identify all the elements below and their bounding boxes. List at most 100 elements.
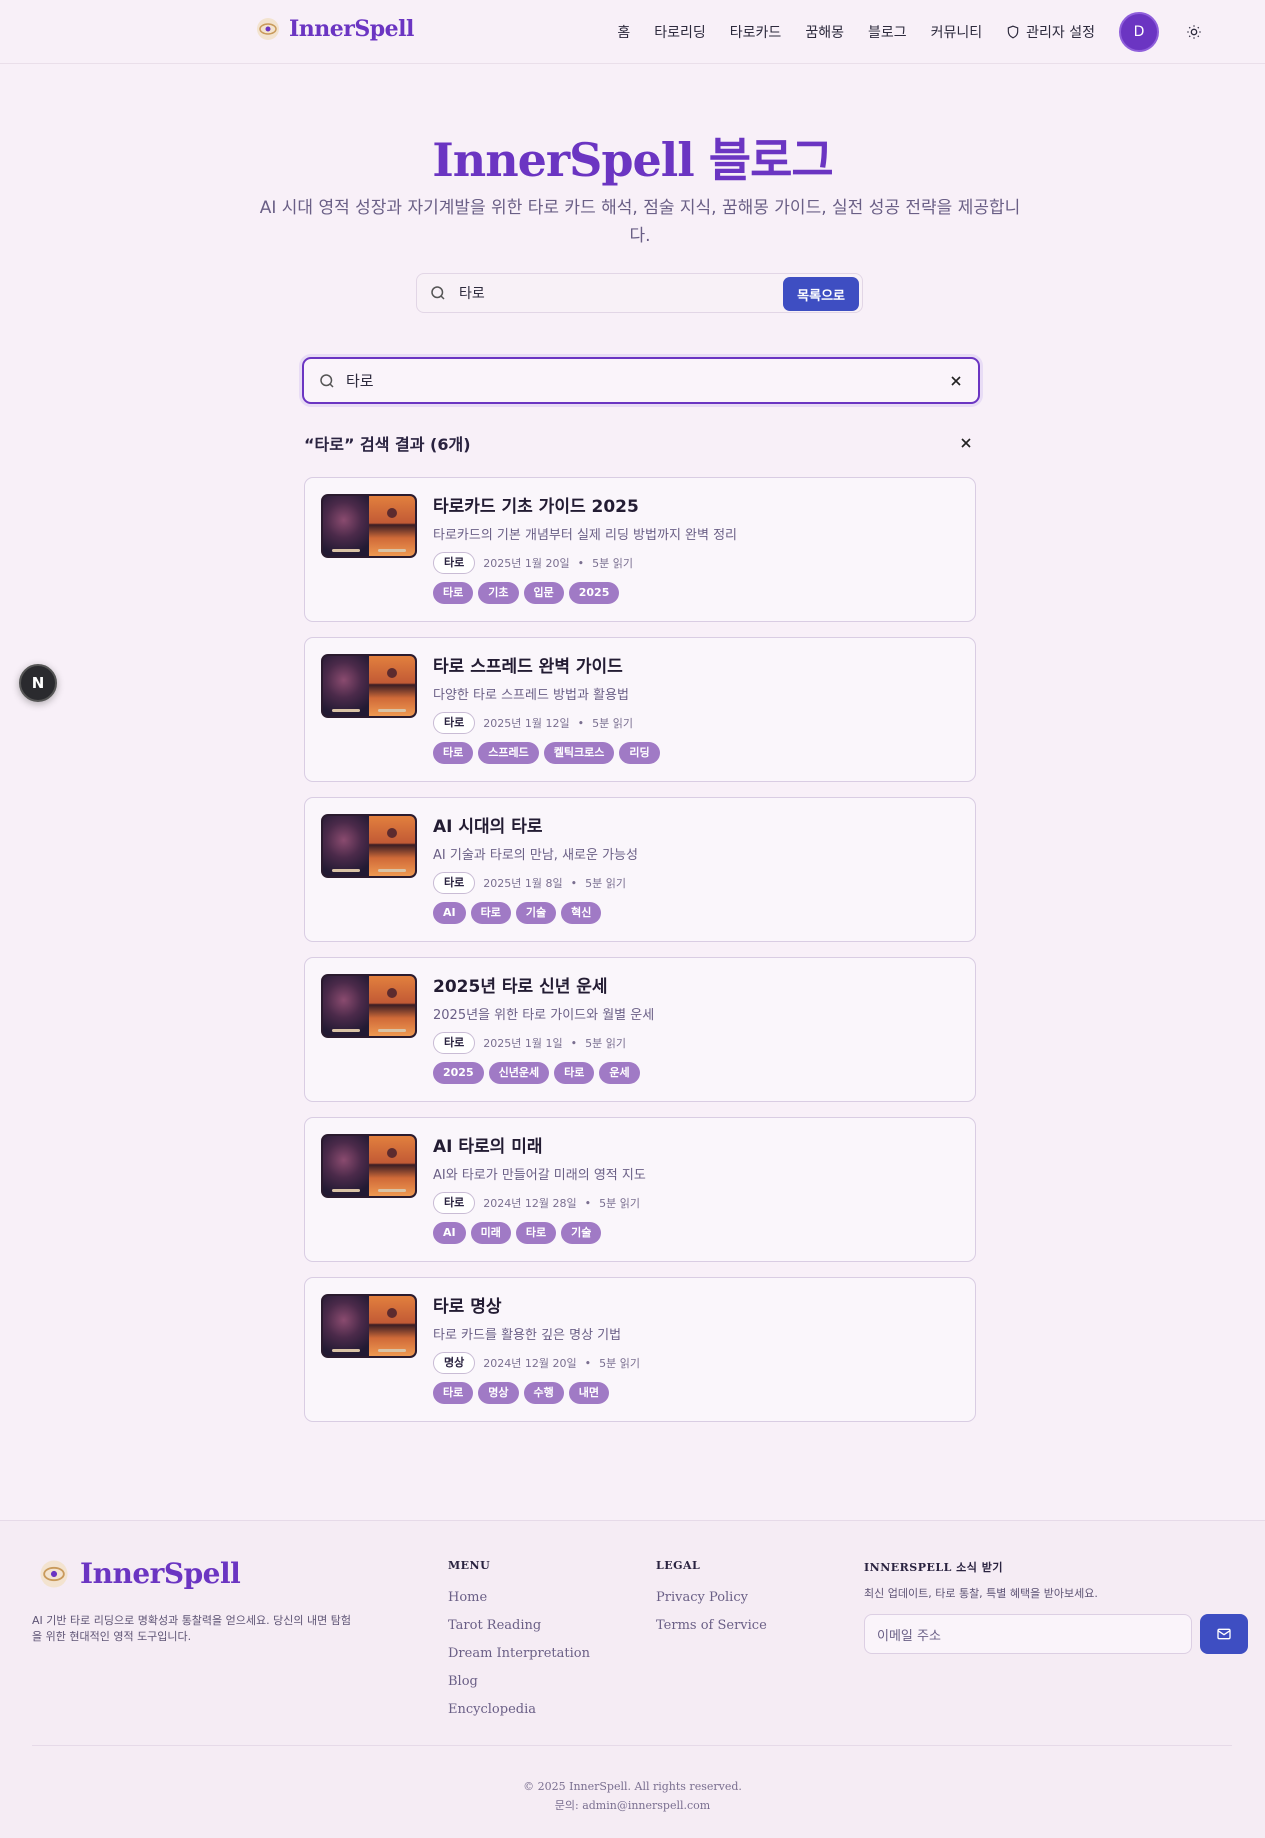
page-subtitle: AI 시대 영적 성장과 자기계발을 위한 타로 카드 해석, 점술 지식, 꿈… <box>259 198 1021 246</box>
tag-chip[interactable]: 타로 <box>433 742 474 764</box>
post-date: 2024년 12월 28일 <box>483 1197 577 1210</box>
clear-search-icon[interactable] <box>948 373 964 389</box>
floating-n-button[interactable]: N <box>19 664 57 702</box>
result-card[interactable]: AI 타로의 미래 AI와 타로가 만들어갈 미래의 영적 지도 타로 2024년 1… <box>304 1117 976 1262</box>
footer-link-tarot-reading[interactable]: Tarot Reading <box>448 1612 590 1640</box>
result-card[interactable]: 타로 스프레드 완벽 가이드 다양한 타로 스프레드 방법과 활용법 타로 2025년… <box>304 637 976 782</box>
tag-chip[interactable]: 기초 <box>478 582 519 604</box>
post-meta: 명상 2024년 12월 20일 • 5분 읽기 <box>433 1352 959 1374</box>
post-title[interactable]: AI 시대의 타로 <box>433 814 959 840</box>
tag-chip[interactable]: 타로 <box>554 1062 595 1084</box>
tag-chip[interactable]: 내면 <box>568 1382 609 1404</box>
search-icon <box>320 373 334 388</box>
tag-chip[interactable]: AI <box>433 902 466 924</box>
site-header: InnerSpell 홈 타로리딩 타로카드 꿈해몽 블로그 커뮤니티 관리자 … <box>0 0 1265 64</box>
newsletter-description: 최신 업데이트, 타로 통찰, 특별 혜택을 받아보세요. <box>864 1587 1098 1600</box>
post-thumbnail <box>321 974 417 1038</box>
contact-email: 문의: admin@innerspell.com <box>554 1799 711 1812</box>
tag-chip[interactable]: 미래 <box>470 1222 511 1244</box>
post-title[interactable]: 타로 명상 <box>433 1294 959 1320</box>
tag-chip[interactable]: 타로 <box>433 1382 474 1404</box>
tag-chip[interactable]: 리딩 <box>619 742 660 764</box>
footer-logo[interactable]: InnerSpell <box>38 1557 241 1590</box>
post-thumbnail <box>321 1294 417 1358</box>
post-thumbnail <box>321 654 417 718</box>
nav-admin-settings[interactable]: 관리자 설정 <box>1006 22 1095 42</box>
nav-community[interactable]: 커뮤니티 <box>931 22 983 42</box>
post-title[interactable]: 타로 스프레드 완벽 가이드 <box>433 654 959 680</box>
footer-link-terms[interactable]: Terms of Service <box>656 1612 767 1640</box>
post-meta: 타로 2024년 12월 28일 • 5분 읽기 <box>433 1192 959 1214</box>
site-logo[interactable]: InnerSpell <box>255 16 414 42</box>
post-thumbnail <box>321 814 417 878</box>
result-card[interactable]: 타로 명상 타로 카드를 활용한 깊은 명상 기법 명상 2024년 12월 20일 •… <box>304 1277 976 1422</box>
category-badge: 타로 <box>433 1192 476 1214</box>
tag-list: 타로 기초 입문 2025 <box>433 582 959 604</box>
shield-icon <box>1007 25 1019 39</box>
eye-logo-icon <box>255 16 281 42</box>
tag-chip[interactable]: 입문 <box>523 582 564 604</box>
post-title[interactable]: AI 타로의 미래 <box>433 1134 959 1160</box>
search-results-title: “타로” 검색 결과 (6개) <box>304 435 471 454</box>
card-body: 타로카드 기초 가이드 2025 타로카드의 기본 개념부터 실제 리딩 방법까지… <box>433 494 959 604</box>
nav-tarot-cards[interactable]: 타로카드 <box>730 22 782 42</box>
tag-chip[interactable]: 신년운세 <box>488 1062 550 1084</box>
tag-list: 2025 신년운세 타로 운세 <box>433 1062 959 1084</box>
main-search-input[interactable]: 타로 <box>346 370 948 391</box>
newsletter-submit-button[interactable] <box>1200 1614 1248 1654</box>
post-meta: 타로 2025년 1월 8일 • 5분 읽기 <box>433 872 959 894</box>
post-description: AI 기술과 타로의 만남, 새로운 가능성 <box>433 848 638 863</box>
logo-text: InnerSpell <box>289 16 414 42</box>
post-title[interactable]: 타로카드 기초 가이드 2025 <box>433 494 959 520</box>
category-badge: 타로 <box>433 872 476 894</box>
result-card[interactable]: AI 시대의 타로 AI 기술과 타로의 만남, 새로운 가능성타로 2025년 1… <box>304 797 976 942</box>
tag-chip[interactable]: 2025 <box>568 582 620 604</box>
tag-list: 타로 스프레드 켈틱크로스 리딩 <box>433 742 959 764</box>
read-time: 5분 읽기 <box>592 717 633 730</box>
nav-dream[interactable]: 꿈해몽 <box>805 22 844 42</box>
footer-link-home[interactable]: Home <box>448 1584 590 1612</box>
tag-chip[interactable]: 타로 <box>515 1222 557 1244</box>
eye-logo-icon <box>40 1559 68 1588</box>
tag-chip[interactable]: 기술 <box>561 1222 602 1244</box>
tag-chip[interactable]: 수행 <box>523 1382 564 1404</box>
footer-link-dream[interactable]: Dream Interpretation <box>448 1640 590 1668</box>
theme-toggle-button[interactable] <box>1183 21 1205 43</box>
tag-chip[interactable]: 2025 <box>433 1062 484 1084</box>
main-search-bar: 타로 <box>302 357 980 404</box>
card-body: 타로 명상 타로 카드를 활용한 깊은 명상 기법 명상 2024년 12월 20일 •… <box>433 1294 959 1404</box>
back-to-list-button[interactable]: 목록으로 <box>783 277 859 311</box>
footer-description: AI 기반 타로 리딩으로 명확성과 통찰력을 얻으세요. 당신의 내면 탐험을… <box>32 1614 351 1643</box>
category-badge: 타로 <box>433 552 476 574</box>
footer-link-encyclopedia[interactable]: Encyclopedia <box>448 1696 590 1724</box>
read-time: 5분 읽기 <box>599 1357 640 1370</box>
post-meta: 타로 2025년 1월 12일 • 5분 읽기 <box>433 712 959 734</box>
newsletter-heading: INNERSPELL 소식 받기 <box>864 1561 1003 1574</box>
nav-home[interactable]: 홈 <box>617 22 630 42</box>
result-card[interactable]: 2025년 타로 신년 운세 2025년을 위한 타로 가이드와 월별 운세 타로 2… <box>304 957 976 1102</box>
tag-chip[interactable]: 혁신 <box>561 902 602 924</box>
tag-chip[interactable]: 타로 <box>470 902 511 924</box>
tag-chip[interactable]: 켈틱크로스 <box>543 742 615 764</box>
card-body: 타로 스프레드 완벽 가이드 다양한 타로 스프레드 방법과 활용법 타로 2025년… <box>433 654 959 764</box>
newsletter-email-input[interactable]: 이메일 주소 <box>864 1614 1192 1654</box>
tag-chip[interactable]: AI <box>433 1222 466 1244</box>
copyright-text: © 2025 InnerSpell. All rights reserved. <box>523 1780 742 1793</box>
tag-chip[interactable]: 명상 <box>478 1382 519 1404</box>
footer-legal: LEGAL Privacy Policy Terms of Service <box>656 1559 767 1640</box>
tag-chip[interactable]: 운세 <box>599 1062 640 1084</box>
tag-chip[interactable]: 기술 <box>515 902 557 924</box>
close-results-icon[interactable] <box>958 435 974 451</box>
footer-link-blog[interactable]: Blog <box>448 1668 590 1696</box>
tag-chip[interactable]: 타로 <box>433 582 474 604</box>
user-avatar[interactable]: D <box>1119 12 1159 52</box>
nav-blog[interactable]: 블로그 <box>868 22 907 42</box>
tag-chip[interactable]: 스프레드 <box>478 742 539 764</box>
meta-separator: • <box>577 556 585 570</box>
post-title[interactable]: 2025년 타로 신년 운세 <box>433 974 959 1000</box>
footer-link-privacy[interactable]: Privacy Policy <box>656 1584 767 1612</box>
nav-tarot-reading[interactable]: 타로리딩 <box>654 22 706 42</box>
result-card[interactable]: 타로카드 기초 가이드 2025 타로카드의 기본 개념부터 실제 리딩 방법까지… <box>304 477 976 622</box>
card-body: AI 타로의 미래 AI와 타로가 만들어갈 미래의 영적 지도 타로 2024년 1… <box>433 1134 959 1244</box>
category-badge: 타로 <box>433 1032 476 1054</box>
